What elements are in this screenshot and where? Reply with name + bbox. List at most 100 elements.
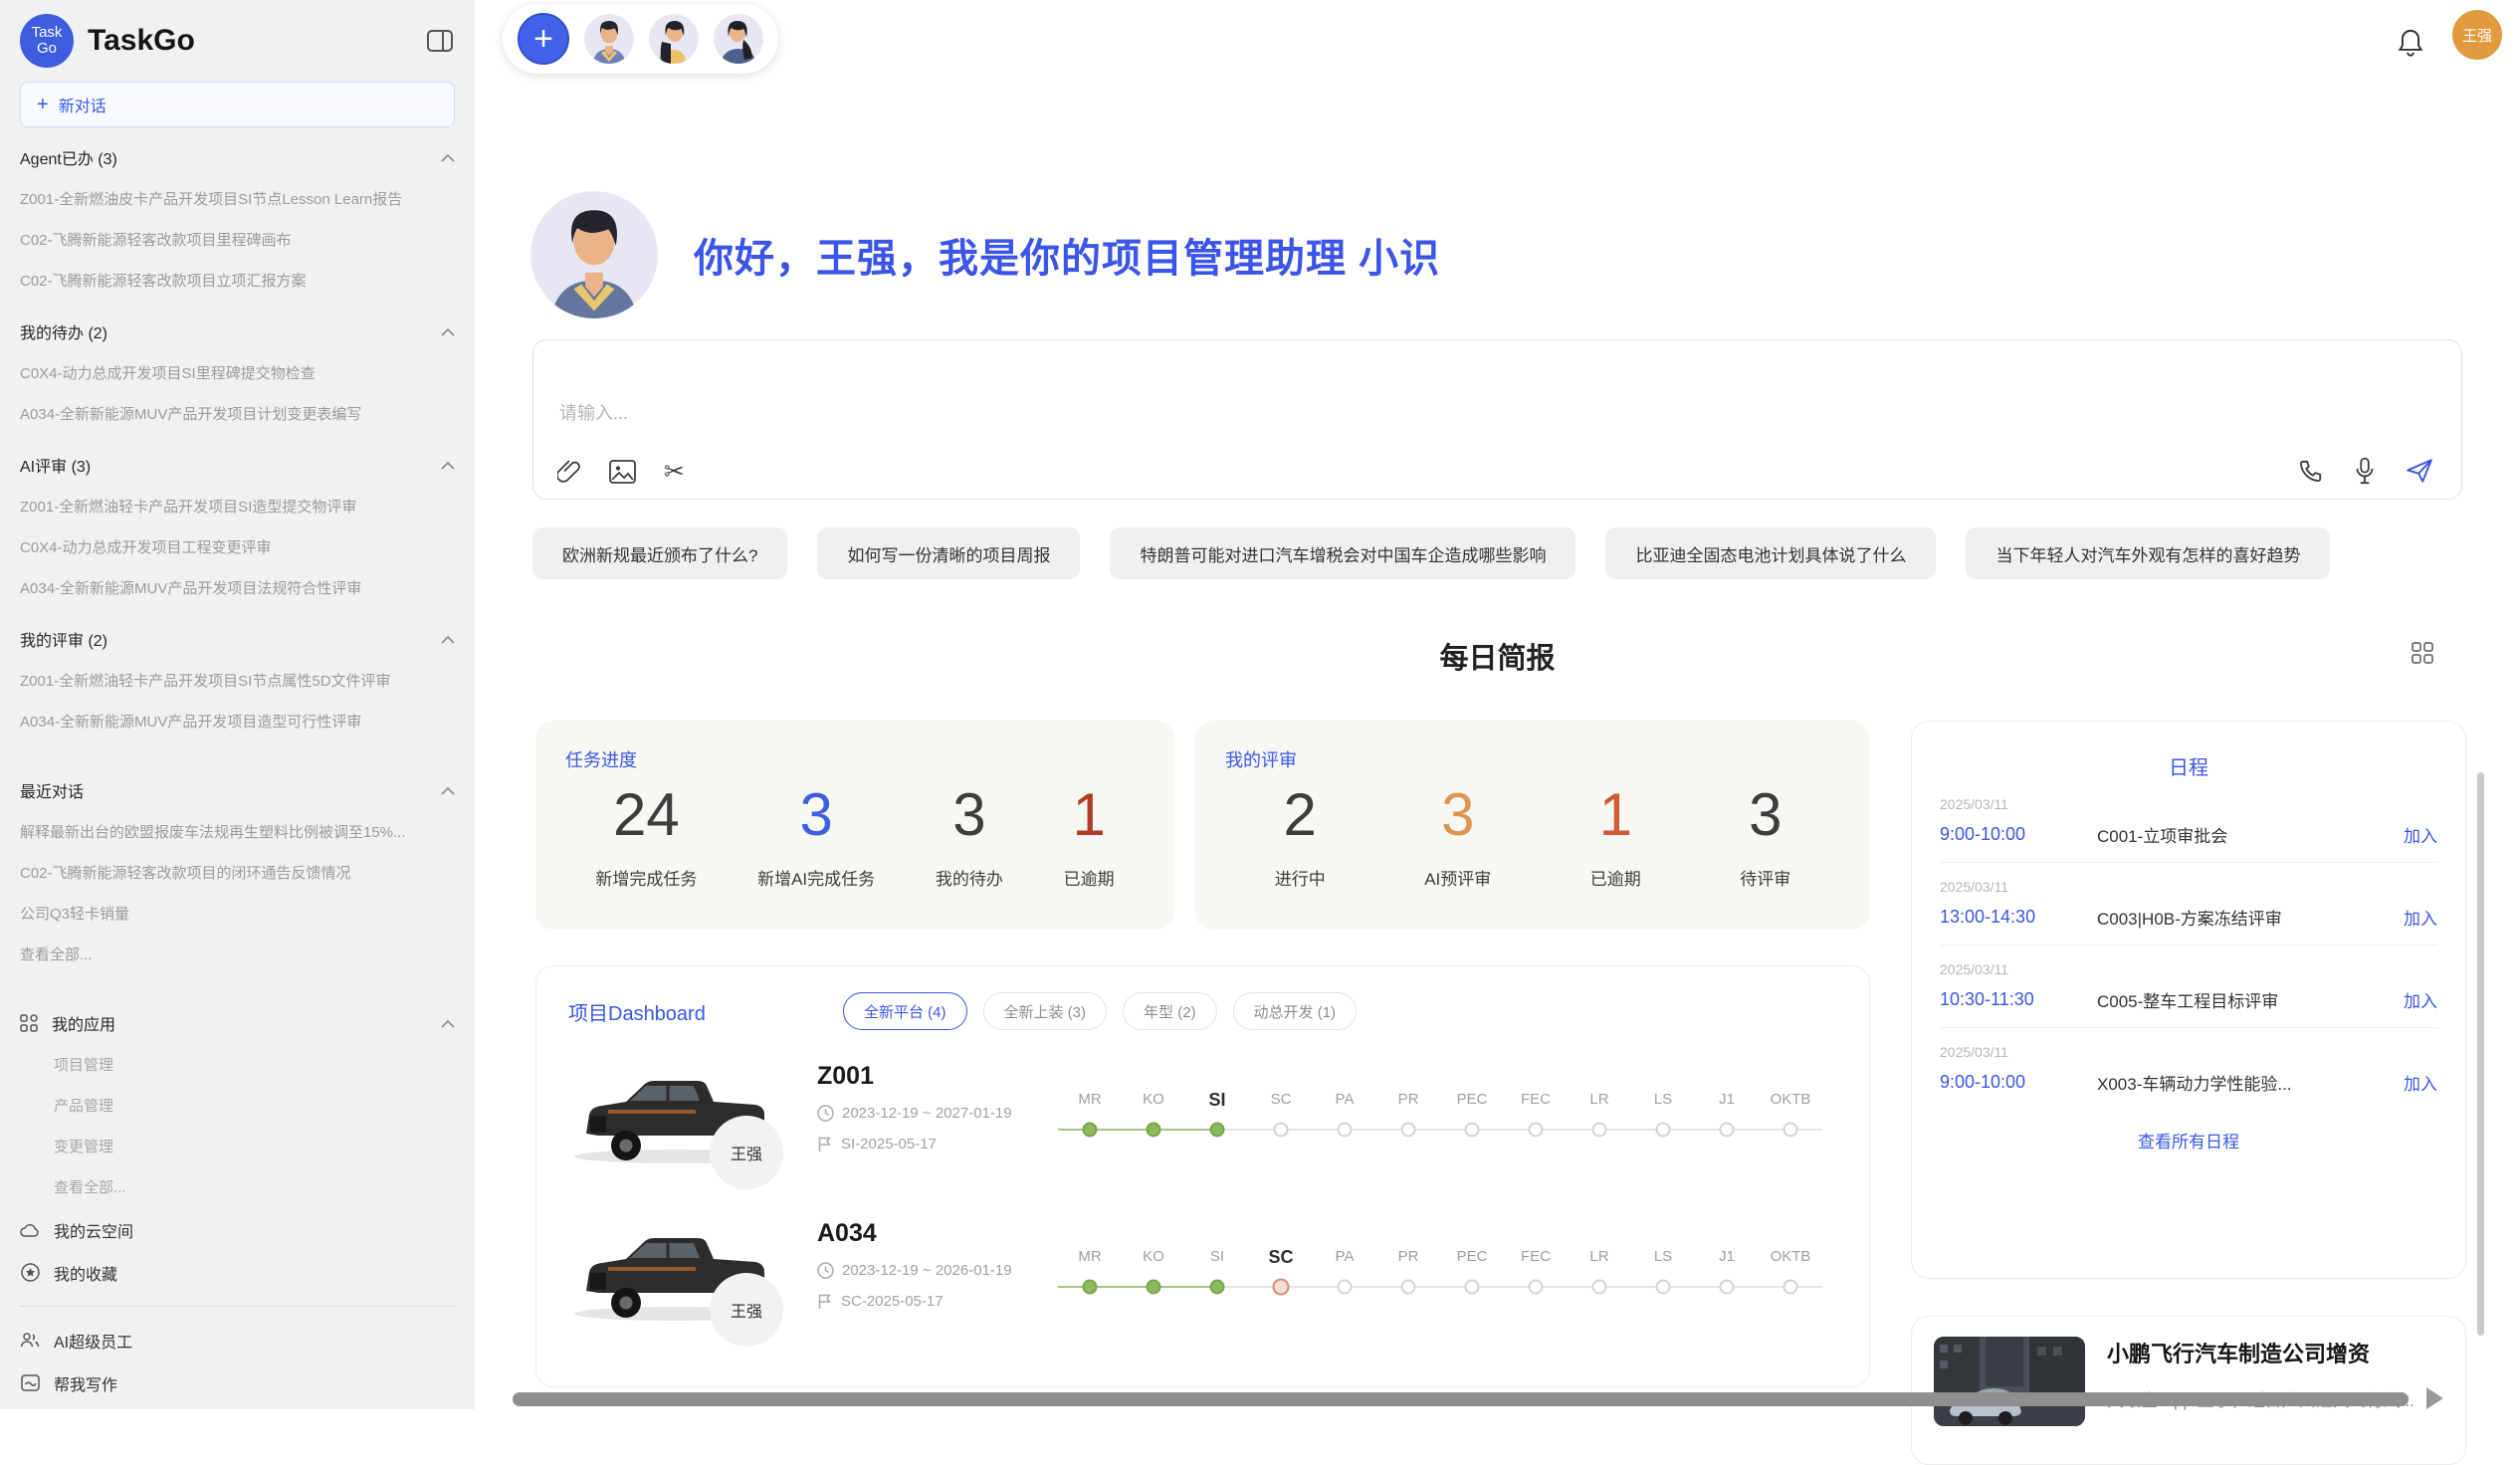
collapse-sidebar-button[interactable] [425, 26, 455, 56]
project-name: Z001 [817, 1062, 1056, 1091]
section-ai-review[interactable]: AI评审 (3) [20, 443, 455, 487]
tab-model-year[interactable]: 年型 (2) [1123, 992, 1217, 1030]
app-item-change-management[interactable]: 变更管理 [20, 1127, 455, 1167]
dashboard-title: 项目Dashboard [568, 997, 843, 1026]
suggestion-chip[interactable]: 比亚迪全固态电池计划具体说了什么 [1605, 527, 1936, 579]
news-card[interactable]: 小鹏飞行汽车制造公司增资 天眼查 App 显示，近日广州汇天飞行汽... [1911, 1316, 2466, 1465]
join-meeting-link[interactable]: 加入 [2404, 987, 2437, 1012]
join-meeting-link[interactable]: 加入 [2404, 905, 2437, 930]
section-agent-done[interactable]: Agent已办 (3) [20, 135, 455, 179]
milestone-lr: LR [1568, 1084, 1631, 1140]
add-assistant-button[interactable]: + [518, 13, 569, 65]
new-chat-button[interactable]: + 新对话 [20, 82, 455, 127]
sidebar-item-help-write[interactable]: 帮我写作 [20, 1361, 455, 1404]
dictate-button[interactable] [2354, 457, 2376, 485]
milestone-pec: PEC [1440, 1084, 1504, 1140]
sidebar-item-favorites[interactable]: 我的收藏 [20, 1251, 455, 1294]
milestone-dot [1210, 1123, 1225, 1138]
stat-new-completed: 24 新增完成任务 [595, 780, 697, 890]
milestone-pa: PA [1313, 1084, 1376, 1140]
horizontal-scrollbar[interactable] [513, 1392, 2409, 1406]
daily-briefing-title: 每日简报 [475, 635, 2520, 677]
app-item-project-management[interactable]: 项目管理 [20, 1045, 455, 1086]
sidebar-task-item[interactable]: C02-飞腾新能源轻客改款项目立项汇报方案 [20, 261, 455, 302]
milestone-dot [1656, 1123, 1671, 1138]
milestone-oktb: OKTB [1759, 1084, 1822, 1140]
sidebar-item-ai-employee[interactable]: AI超级员工 [20, 1319, 455, 1361]
view-all-schedule-link[interactable]: 查看所有日程 [1940, 1128, 2437, 1152]
logo-text-1: Task [32, 25, 63, 41]
my-review-card: 我的评审 2 进行中 3 AI预评审 1 已逾期 3 待评审 [1195, 721, 1870, 930]
send-button[interactable] [2406, 458, 2433, 484]
milestone-ko: KO [1122, 1241, 1185, 1297]
join-meeting-link[interactable]: 加入 [2404, 822, 2437, 847]
milestone-dot [1465, 1123, 1480, 1138]
attach-file-button[interactable] [557, 459, 581, 485]
section-my-todo[interactable]: 我的待办 (2) [20, 310, 455, 353]
suggestion-chip[interactable]: 如何写一份清晰的项目周报 [817, 527, 1080, 579]
recent-view-all[interactable]: 查看全部... [20, 935, 455, 975]
message-input[interactable] [557, 402, 1752, 425]
join-meeting-link[interactable]: 加入 [2404, 1070, 2437, 1095]
suggestion-chip[interactable]: 特朗普可能对进口汽车增税会对中国车企造成哪些影响 [1110, 527, 1575, 579]
tab-new-body[interactable]: 全新上装 (3) [983, 992, 1108, 1030]
sidebar-task-item[interactable]: C0X4-动力总成开发项目SI里程碑提交物检查 [20, 353, 455, 394]
milestone-si: SI [1185, 1241, 1249, 1297]
suggestion-chip[interactable]: 欧洲新规最近颁布了什么? [532, 527, 787, 579]
tab-powertrain[interactable]: 动总开发 (1) [1233, 992, 1358, 1030]
entry-title: C001-立项审批会 [2097, 822, 2404, 847]
sidebar-item-creative-draw[interactable]: 创意制图 [20, 1404, 455, 1409]
section-recent-chats[interactable]: 最近对话 [20, 768, 455, 812]
sidebar-task-item[interactable]: Z001-全新燃油轻卡产品开发项目SI造型提交物评审 [20, 487, 455, 527]
suggestion-chip[interactable]: 当下年轻人对汽车外观有怎样的喜好趋势 [1966, 527, 2330, 579]
milestone-pec: PEC [1440, 1241, 1504, 1297]
card-title: 我的评审 [1225, 746, 1840, 772]
schedule-entry: 2025/03/11 10:30-11:30 C005-整车工程目标评审 加入 [1940, 945, 2437, 1028]
project-dates: 2023-12-19 ~ 2026-01-19 [817, 1262, 1056, 1279]
sidebar-item-cloud-space[interactable]: 我的云空间 [20, 1208, 455, 1251]
snip-button[interactable]: ✂ [664, 460, 685, 485]
sidebar-task-item[interactable]: A034-全新新能源MUV产品开发项目法规符合性评审 [20, 568, 455, 609]
recent-chat-item[interactable]: 解释最新出台的欧盟报废车法规再生塑料比例被调至15%... [20, 812, 455, 853]
dashboard-tabs: 全新平台 (4) 全新上装 (3) 年型 (2) 动总开发 (1) [843, 992, 1357, 1030]
send-icon [2406, 458, 2433, 484]
assistant-avatar-2[interactable] [649, 14, 699, 64]
user-initials: 王强 [2462, 25, 2492, 46]
sidebar-task-item[interactable]: C0X4-动力总成开发项目工程变更评审 [20, 527, 455, 568]
project-row[interactable]: 王强 Z001 2023-12-19 ~ 2027-01-19 SI-2025-… [560, 1052, 1847, 1201]
layout-toggle-button[interactable] [2411, 641, 2434, 665]
app-item-product-management[interactable]: 产品管理 [20, 1086, 455, 1127]
sidebar-item-label: 我的云空间 [54, 1218, 133, 1242]
entry-date: 2025/03/11 [1940, 1044, 2437, 1060]
chevron-up-icon [441, 635, 455, 644]
sidebar-task-item[interactable]: C02-飞腾新能源轻客改款项目里程碑画布 [20, 220, 455, 261]
milestone-dot [1465, 1280, 1480, 1295]
assistant-avatar-1[interactable] [584, 14, 634, 64]
milestone-dot [1529, 1280, 1544, 1295]
project-row[interactable]: 王强 A034 2023-12-19 ~ 2026-01-19 SC-2025-… [560, 1209, 1847, 1359]
sidebar-task-item[interactable]: A034-全新新能源MUV产品开发项目造型可行性评审 [20, 702, 455, 742]
recent-chat-item[interactable]: C02-飞腾新能源轻客改款项目的闭环通告反馈情况 [20, 853, 455, 894]
section-my-review[interactable]: 我的评审 (2) [20, 617, 455, 661]
section-label: 我的待办 (2) [20, 319, 107, 343]
stat-ai-prereview: 3 AI预评审 [1424, 780, 1491, 890]
entry-title: C005-整车工程目标评审 [2097, 987, 2404, 1012]
section-my-apps[interactable]: 我的应用 [20, 1001, 455, 1045]
recent-chat-item[interactable]: 公司Q3轻卡销量 [20, 894, 455, 935]
milestone-dot [1147, 1123, 1161, 1138]
sidebar-task-item[interactable]: Z001-全新燃油皮卡产品开发项目SI节点Lesson Learn报告 [20, 179, 455, 220]
paperclip-icon [557, 459, 581, 485]
sidebar-task-item[interactable]: A034-全新新能源MUV产品开发项目计划变更表编写 [20, 394, 455, 435]
microphone-icon [2354, 457, 2376, 485]
user-avatar[interactable]: 王强 [2452, 10, 2502, 60]
insert-image-button[interactable] [609, 460, 636, 484]
sidebar-task-item[interactable]: Z001-全新燃油轻卡产品开发项目SI节点属性5D文件评审 [20, 661, 455, 702]
greeting-text: 你好，王强，我是你的项目管理助理 小识 [694, 226, 1440, 284]
scroll-right-arrow-icon[interactable] [2426, 1387, 2443, 1409]
notifications-button[interactable] [2397, 28, 2424, 58]
tab-new-platform[interactable]: 全新平台 (4) [843, 992, 967, 1030]
vertical-scrollbar[interactable] [2477, 772, 2484, 1336]
apps-view-all[interactable]: 查看全部... [20, 1167, 455, 1208]
voice-call-button[interactable] [2298, 458, 2324, 484]
assistant-avatar-3[interactable] [714, 14, 763, 64]
